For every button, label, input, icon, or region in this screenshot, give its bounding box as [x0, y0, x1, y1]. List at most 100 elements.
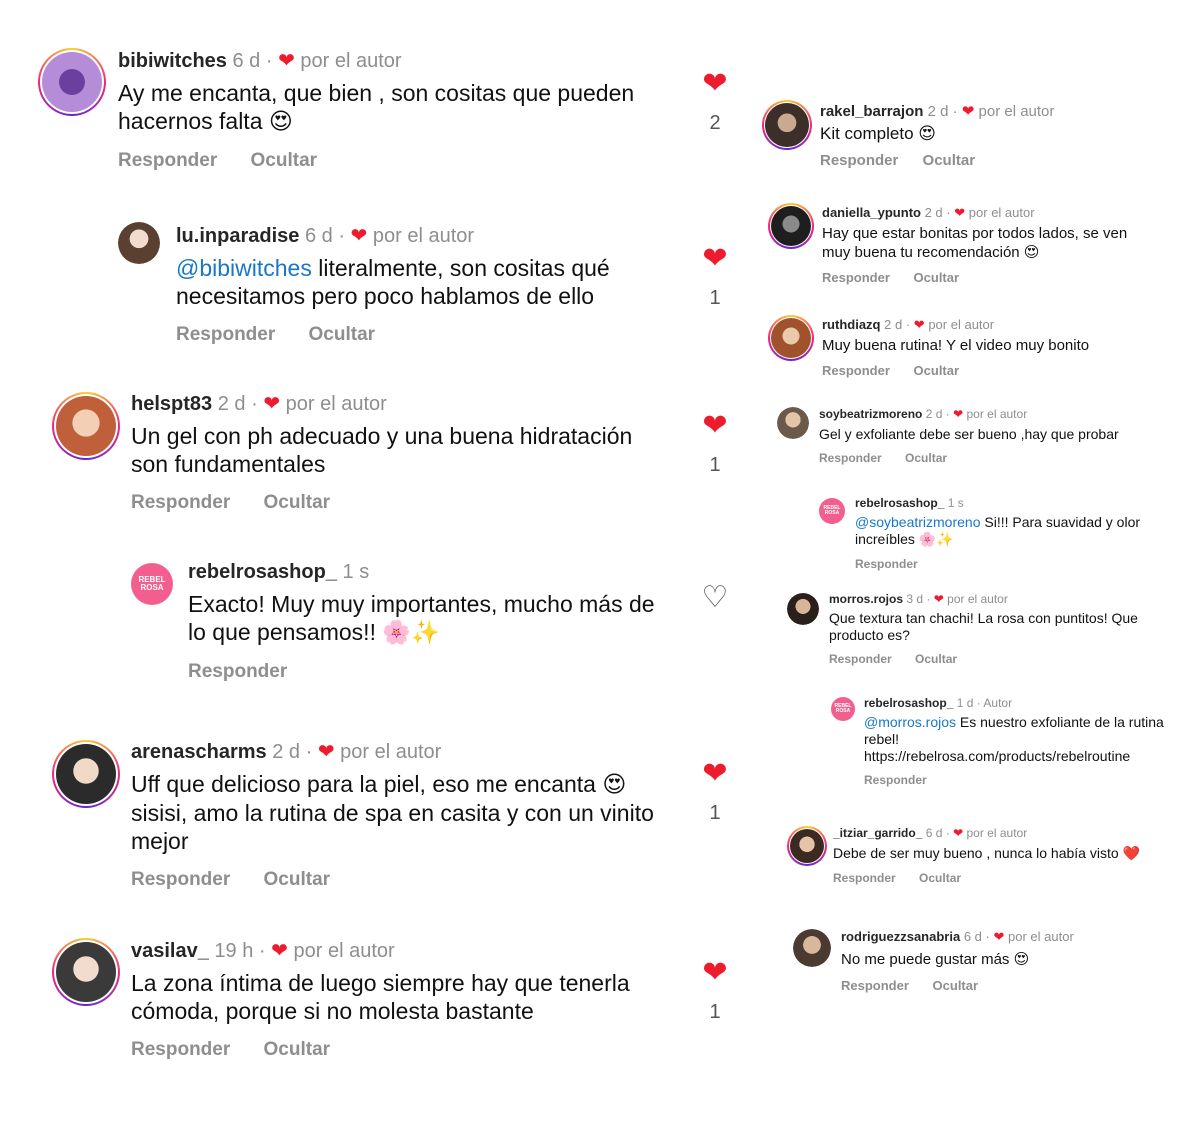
- avatar[interactable]: [762, 100, 812, 150]
- avatar[interactable]: [52, 938, 120, 1006]
- username[interactable]: helspt83: [131, 393, 212, 415]
- reply-button[interactable]: Responder: [820, 152, 898, 169]
- avatar[interactable]: [787, 826, 827, 866]
- heart-outline-icon[interactable]: ♡: [698, 580, 732, 615]
- timestamp: 1 s: [947, 496, 964, 510]
- avatar[interactable]: [118, 222, 160, 264]
- hide-button[interactable]: Ocultar: [915, 652, 957, 666]
- heart-icon: ❤: [953, 407, 964, 421]
- like-count: 1: [709, 454, 721, 476]
- comment-text: Que textura tan chachi! La rosa con punt…: [829, 610, 1138, 643]
- avatar[interactable]: REBEL ROSA: [831, 697, 855, 721]
- mention-link[interactable]: @soybeatrizmoreno: [855, 514, 981, 530]
- timestamp: 2 d: [217, 393, 246, 415]
- reply-button[interactable]: Responder: [833, 871, 896, 885]
- username[interactable]: rebelrosashop_: [864, 696, 953, 710]
- username[interactable]: lu.inparadise: [176, 225, 299, 247]
- liked-by-author: por el autor: [966, 826, 1028, 840]
- smiling-heart-eyes-emoji: 😍: [602, 772, 627, 798]
- timestamp: 3 d: [906, 592, 924, 606]
- heart-icon[interactable]: ❤: [698, 66, 732, 101]
- timestamp: 2 d: [884, 317, 903, 332]
- username[interactable]: rebelrosashop_: [188, 561, 337, 583]
- avatar-logo-text: REBEL ROSA: [138, 575, 166, 592]
- avatar[interactable]: [52, 392, 120, 460]
- reply-button[interactable]: Responder: [118, 150, 217, 171]
- reply-button[interactable]: Responder: [841, 978, 909, 993]
- username[interactable]: rodriguezzsanabria: [841, 929, 960, 944]
- username[interactable]: rebelrosashop_: [855, 496, 944, 510]
- hide-button[interactable]: Ocultar: [264, 1039, 331, 1060]
- reply-button[interactable]: Responder: [864, 773, 927, 787]
- reply-button[interactable]: Responder: [829, 652, 892, 666]
- username[interactable]: bibiwitches: [118, 50, 227, 72]
- hide-button[interactable]: Ocultar: [264, 492, 331, 513]
- liked-by-author: por el autor: [928, 317, 995, 332]
- like-count: 1: [709, 1001, 721, 1023]
- smiling-heart-eyes-emoji: 😍: [268, 109, 293, 135]
- avatar[interactable]: REBEL ROSA: [131, 563, 173, 605]
- heart-icon[interactable]: ❤: [698, 241, 732, 276]
- like-count: 1: [709, 802, 721, 824]
- heart-icon: ❤: [953, 826, 964, 840]
- reply-button[interactable]: Responder: [819, 451, 882, 465]
- hide-button[interactable]: Ocultar: [923, 152, 976, 169]
- reply-button[interactable]: Responder: [822, 363, 890, 378]
- username[interactable]: soybeatrizmoreno: [819, 407, 922, 421]
- reply-button[interactable]: Responder: [855, 557, 918, 571]
- avatar[interactable]: REBEL ROSA: [819, 498, 845, 524]
- avatar[interactable]: [768, 203, 814, 249]
- heart-icon: ❤: [350, 225, 368, 247]
- avatar[interactable]: [768, 315, 814, 361]
- hide-button[interactable]: Ocultar: [933, 978, 979, 993]
- username[interactable]: morros.rojos: [829, 592, 903, 606]
- avatar[interactable]: [52, 740, 120, 808]
- hide-button[interactable]: Ocultar: [914, 363, 960, 378]
- username[interactable]: vasilav_: [131, 940, 209, 962]
- comment-text: Ay me encanta, que bien , son cositas qu…: [118, 80, 635, 134]
- heart-icon: ❤: [954, 205, 966, 220]
- username[interactable]: ruthdiazq: [822, 317, 881, 332]
- heart-icon: ❤: [278, 50, 295, 72]
- reply-button[interactable]: Responder: [131, 1039, 230, 1060]
- timestamp: 1 d: [956, 696, 974, 710]
- timestamp: 6 d: [925, 826, 943, 840]
- mention-link[interactable]: @bibiwitches: [176, 255, 312, 281]
- hide-button[interactable]: Ocultar: [264, 869, 331, 890]
- heart-icon[interactable]: ❤: [698, 955, 732, 990]
- hide-button[interactable]: Ocultar: [905, 451, 947, 465]
- heart-icon: ❤: [263, 393, 281, 415]
- liked-by-author: por el autor: [968, 205, 1035, 220]
- hide-button[interactable]: Ocultar: [309, 324, 376, 345]
- username[interactable]: _itziar_garrido_: [833, 826, 922, 840]
- comment-text: Un gel con ph adecuado y una buena hidra…: [131, 423, 633, 477]
- heart-icon[interactable]: ❤: [698, 408, 732, 443]
- reply-button[interactable]: Responder: [131, 492, 230, 513]
- reply-button[interactable]: Responder: [131, 869, 230, 890]
- liked-by-author: por el autor: [372, 225, 475, 247]
- flower-sparkles-emoji: 🌸✨: [382, 620, 440, 646]
- timestamp: 2 d: [272, 741, 301, 763]
- reply-button[interactable]: Responder: [188, 661, 287, 682]
- username[interactable]: rakel_barrajon: [820, 103, 923, 120]
- reply-button[interactable]: Responder: [176, 324, 275, 345]
- reply-button[interactable]: Responder: [822, 270, 890, 285]
- avatar[interactable]: [38, 48, 106, 116]
- mention-link[interactable]: @morros.rojos: [864, 714, 956, 730]
- avatar[interactable]: [787, 593, 819, 625]
- comment-text: Uff que delicioso para la piel, eso me e…: [131, 771, 596, 797]
- hide-button[interactable]: Ocultar: [251, 150, 318, 171]
- avatar[interactable]: [793, 929, 831, 967]
- avatar-logo-text: REBEL ROSA: [823, 505, 841, 516]
- liked-by-author: por el autor: [978, 103, 1055, 120]
- comment-text-continued: sisisi, amo la rutina de spa en casita y…: [131, 800, 654, 854]
- hide-button[interactable]: Ocultar: [919, 871, 961, 885]
- hide-button[interactable]: Ocultar: [914, 270, 960, 285]
- heart-icon: ❤: [271, 940, 288, 962]
- heart-icon[interactable]: ❤: [698, 756, 732, 791]
- avatar[interactable]: [777, 407, 809, 439]
- heart-icon: ❤: [933, 592, 944, 606]
- smiling-heart-eyes-emoji: 😍: [918, 124, 937, 144]
- username[interactable]: daniella_ypunto: [822, 205, 921, 220]
- username[interactable]: arenascharms: [131, 741, 267, 763]
